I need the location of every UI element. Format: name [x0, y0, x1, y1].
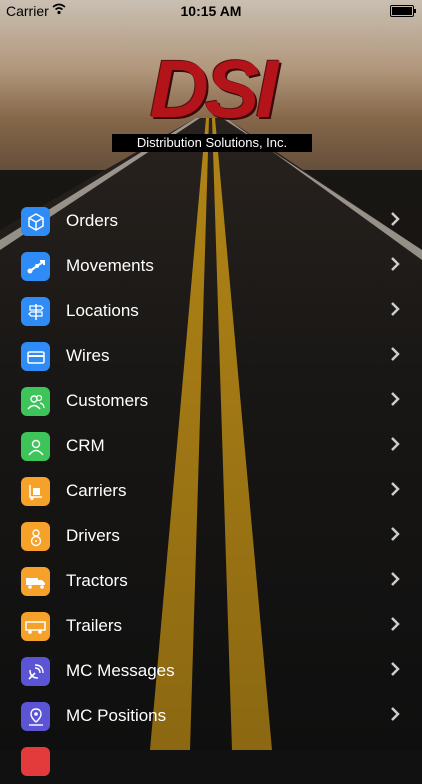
chevron-right-icon — [391, 527, 400, 541]
menu-item-wires[interactable]: Wires — [0, 335, 422, 379]
satellite-icon — [21, 657, 50, 686]
menu-item-label: MC Messages — [66, 661, 175, 680]
menu-item-label: MC Positions — [66, 706, 167, 725]
menu-item-label: Locations — [66, 301, 139, 320]
battery-icon — [390, 5, 416, 17]
menu-item-carriers[interactable]: Carriers — [0, 470, 422, 514]
menu-item-partial[interactable] — [0, 740, 422, 784]
menu-item-customers[interactable]: Customers — [0, 380, 422, 424]
menu-item-mc-positions[interactable]: MC Positions — [0, 695, 422, 739]
hand-truck-icon — [21, 477, 50, 506]
trailer-icon — [21, 612, 50, 641]
logo-mark: DSI — [149, 44, 279, 135]
truck-icon — [21, 567, 50, 596]
chevron-right-icon — [391, 572, 400, 586]
menu-item-label: Drivers — [66, 526, 120, 545]
menu-item-label: Orders — [66, 211, 118, 230]
status-bar: Carrier 10:15 AM — [0, 0, 422, 22]
chevron-right-icon — [391, 347, 400, 361]
menu-item-tractors[interactable]: Tractors — [0, 560, 422, 604]
menu-item-label: Movements — [66, 256, 154, 275]
chevron-right-icon — [391, 437, 400, 451]
box-icon — [21, 207, 50, 236]
dsi-logo: DSI Distribution Solutions, Inc. — [112, 44, 312, 152]
menu-item-label: Tractors — [66, 571, 128, 590]
logo-subtitle: Distribution Solutions, Inc. — [112, 134, 312, 152]
menu-item-drivers[interactable]: Drivers — [0, 515, 422, 559]
chevron-right-icon — [391, 302, 400, 316]
menu-item-label: CRM — [66, 436, 105, 455]
map-pin-icon — [21, 702, 50, 731]
chevron-right-icon — [391, 707, 400, 721]
red-icon — [21, 747, 50, 776]
menu-item-label: Carriers — [66, 481, 127, 500]
menu-item-locations[interactable]: Locations — [0, 290, 422, 334]
chevron-right-icon — [391, 482, 400, 496]
people-icon — [21, 387, 50, 416]
menu-item-trailers[interactable]: Trailers — [0, 605, 422, 649]
menu-item-label: Wires — [66, 346, 110, 365]
driver-icon — [21, 522, 50, 551]
route-icon — [21, 252, 50, 281]
person-icon — [21, 432, 50, 461]
chevron-right-icon — [391, 212, 400, 226]
chevron-right-icon — [391, 662, 400, 676]
chevron-right-icon — [391, 257, 400, 271]
signpost-icon — [21, 297, 50, 326]
chevron-right-icon — [391, 617, 400, 631]
menu-item-orders[interactable]: Orders — [0, 200, 422, 244]
menu-item-mc-messages[interactable]: MC Messages — [0, 650, 422, 694]
card-icon — [21, 342, 50, 371]
menu-item-movements[interactable]: Movements — [0, 245, 422, 289]
menu-item-crm[interactable]: CRM — [0, 425, 422, 469]
clock: 10:15 AM — [180, 3, 242, 19]
chevron-right-icon — [391, 392, 400, 406]
menu-item-label: Customers — [66, 391, 149, 410]
menu-item-label: Trailers — [66, 616, 123, 635]
